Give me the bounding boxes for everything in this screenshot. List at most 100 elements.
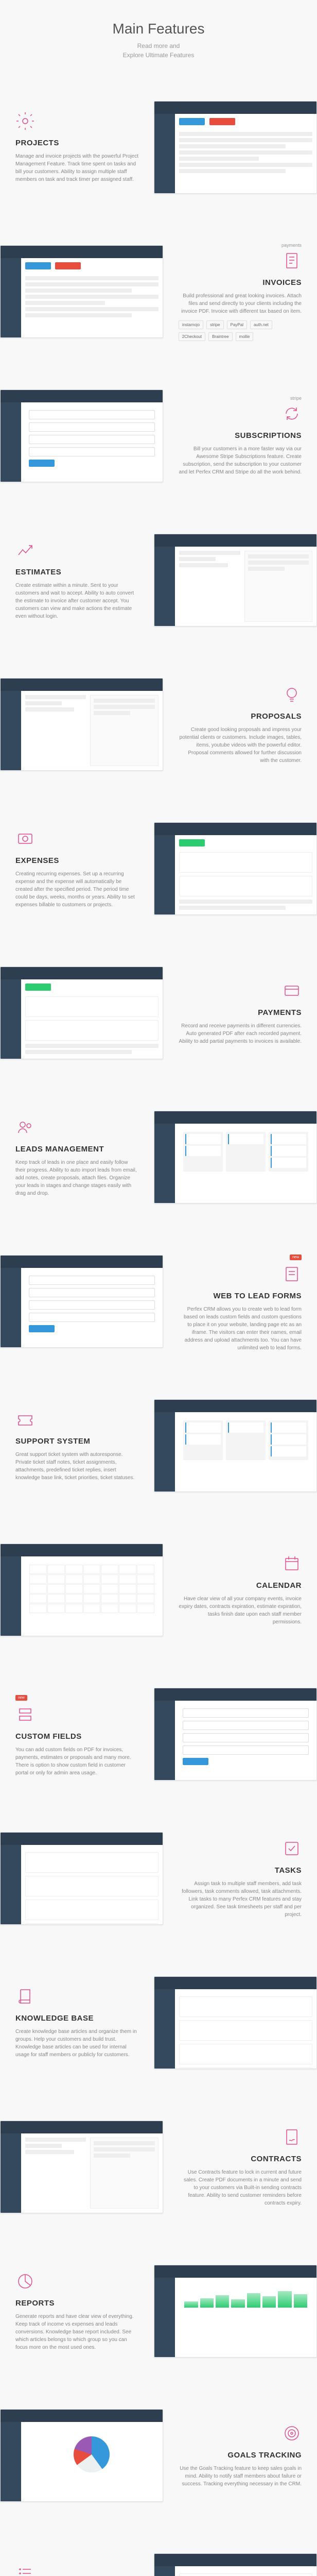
section-description: Creating recurring expenses. Set up a re… xyxy=(15,870,138,909)
feature-section-reports: REPORTS Generate reports and have clear v… xyxy=(0,2239,317,2383)
section-title: CONTRACTS xyxy=(179,2155,302,2163)
payment-logo: stripe xyxy=(206,320,224,329)
screenshot-mock xyxy=(0,2121,163,2213)
feature-section-payments: PAYMENTS Record and receive payments in d… xyxy=(0,941,317,1085)
page-subtitle: Read more andExplore Ultimate Features xyxy=(10,41,307,60)
bulb-icon xyxy=(282,685,302,707)
doc-icon xyxy=(282,251,302,273)
list-icon xyxy=(15,2564,35,2576)
section-title: REPORTS xyxy=(15,2299,138,2308)
feature-section-todo: PERSONAL TODO LISTEvery staff member hav… xyxy=(0,2528,317,2576)
contract-icon xyxy=(282,2127,302,2149)
feature-section-proposals: PROPOSALSCreate good looking proposals a… xyxy=(0,652,317,796)
screenshot-mock xyxy=(154,822,317,915)
screenshot-mock xyxy=(0,2409,163,2502)
section-description: Keep track of leads in one place and eas… xyxy=(15,1159,138,1197)
payment-logo: PayPal xyxy=(227,320,247,329)
screenshot-mock xyxy=(154,1976,317,2069)
refresh-icon xyxy=(282,404,302,426)
section-description: Build professional and great looking inv… xyxy=(179,292,302,315)
hero-header: Main Features Read more andExplore Ultim… xyxy=(0,0,317,75)
section-description: Perfex CRM allows you to create web to l… xyxy=(179,1306,302,1352)
text-block: new WEB TO LEAD FORMS Perfex CRM allows yo… xyxy=(173,1246,307,1357)
payment-logo: 2Checkout xyxy=(179,332,205,341)
section-description: Record and receive payments in different… xyxy=(179,1022,302,1045)
screenshot-mock xyxy=(0,678,163,771)
section-title: TASKS xyxy=(179,1866,302,1875)
text-block: LEADS MANAGEMENTKeep track of leads in o… xyxy=(10,1112,144,1202)
pie-icon xyxy=(15,2272,35,2294)
section-title: CUSTOM FIELDS xyxy=(15,1732,138,1741)
text-block: TASKS Assign task to multiple staff membe… xyxy=(173,1834,307,1924)
page-title: Main Features xyxy=(10,21,307,37)
money-icon xyxy=(15,829,35,851)
section-title: GOALS TRACKING xyxy=(179,2451,302,2460)
feature-section-customfields: new CUSTOM FIELDS You can add custom field… xyxy=(0,1662,317,1806)
section-description: Create good looking proposals and impres… xyxy=(179,726,302,765)
section-title: SUPPORT SYSTEM xyxy=(15,1437,138,1446)
section-title: WEB TO LEAD FORMS xyxy=(179,1292,302,1300)
section-description: Create estimate within a minute. Sent to… xyxy=(15,582,138,620)
book-icon xyxy=(15,1987,35,2009)
text-block: KNOWLEDGE BASE Create knowledge base arti… xyxy=(10,1981,144,2064)
feature-section-support: SUPPORT SYSTEMGreat support ticket syste… xyxy=(0,1374,317,1518)
screenshot-mock xyxy=(154,1399,317,1492)
text-block: CALENDAR Have clear view of all your comp… xyxy=(173,1549,307,1631)
feature-section-tasks: TASKS Assign task to multiple staff membe… xyxy=(0,1806,317,1951)
screenshot-mock xyxy=(0,245,163,338)
payment-logo: Braintree xyxy=(208,332,232,341)
text-block: PROPOSALSCreate good looking proposals a… xyxy=(173,680,307,770)
section-description: Create knowledge base articles and organ… xyxy=(15,2028,138,2059)
screenshot-mock xyxy=(154,2265,317,2358)
brand-label: stripe xyxy=(179,396,302,401)
feature-section-invoices: payments INVOICES Build professional and g… xyxy=(0,219,317,364)
section-title: EXPENSES xyxy=(15,856,138,865)
screenshot-mock xyxy=(154,1688,317,1781)
section-title: CALENDAR xyxy=(179,1581,302,1590)
screenshot-mock xyxy=(0,1544,163,1636)
text-block: stripeSUBSCRIPTIONSBill your customers i… xyxy=(173,391,307,481)
screenshot-mock xyxy=(0,389,163,482)
feature-section-expenses: EXPENSES Creating recurring expenses. Set… xyxy=(0,796,317,941)
section-title: KNOWLEDGE BASE xyxy=(15,2014,138,2023)
new-badge: new xyxy=(290,1255,302,1260)
payment-logo: instamojo xyxy=(179,320,203,329)
section-description: Assign task to multiple staff members, a… xyxy=(179,1880,302,1919)
payment-logos: instamojostripePayPalauth.net2CheckoutBr… xyxy=(179,320,302,341)
section-title: PAYMENTS xyxy=(179,1008,302,1017)
text-block: SUPPORT SYSTEMGreat support ticket syste… xyxy=(10,1404,144,1487)
section-description: Use Contracts feature to lock in current… xyxy=(179,2168,302,2207)
brand-label: payments xyxy=(179,243,302,248)
section-title: PROJECTS xyxy=(15,139,138,147)
screenshot-mock xyxy=(154,101,317,194)
screenshot-mock xyxy=(0,1832,163,1925)
feature-section-subscriptions: stripeSUBSCRIPTIONSBill your customers i… xyxy=(0,364,317,508)
text-block: CONTRACTS Use Contracts feature to lock i… xyxy=(173,2122,307,2212)
section-description: Manage and invoice projects with the pow… xyxy=(15,152,138,183)
text-block: PAYMENTS Record and receive payments in d… xyxy=(173,976,307,1050)
screenshot-mock xyxy=(154,2553,317,2576)
users-icon xyxy=(15,1117,35,1140)
form-icon xyxy=(282,1264,302,1286)
text-block: GOALS TRACKINGUse the Goals Tracking fea… xyxy=(173,2418,307,2493)
feature-section-contracts: CONTRACTS Use Contracts feature to lock i… xyxy=(0,2095,317,2239)
feature-section-calendar: CALENDAR Have clear view of all your comp… xyxy=(0,1518,317,1662)
section-description: Generate reports and have clear view of … xyxy=(15,2313,138,2351)
text-block: ESTIMATESCreate estimate within a minute… xyxy=(10,535,144,625)
gear-icon xyxy=(15,111,35,133)
screenshot-mock xyxy=(154,534,317,626)
payment-logo: mollie xyxy=(236,332,254,341)
screenshot-mock xyxy=(0,967,163,1059)
fields-icon xyxy=(15,1705,35,1727)
section-title: SUBSCRIPTIONS xyxy=(179,431,302,440)
section-description: Have clear view of all your company even… xyxy=(179,1595,302,1626)
section-title: INVOICES xyxy=(179,278,302,287)
new-badge: new xyxy=(15,1695,27,1701)
check-icon xyxy=(282,1839,302,1861)
text-block: payments INVOICES Build professional and g… xyxy=(173,238,307,346)
target-icon xyxy=(282,2424,302,2446)
text-block: new CUSTOM FIELDS You can add custom field… xyxy=(10,1687,144,1782)
section-description: You can add custom fields on PDF for inv… xyxy=(15,1746,138,1777)
text-block: REPORTS Generate reports and have clear v… xyxy=(10,2266,144,2357)
text-block: PERSONAL TODO LISTEvery staff member hav… xyxy=(10,2558,144,2576)
